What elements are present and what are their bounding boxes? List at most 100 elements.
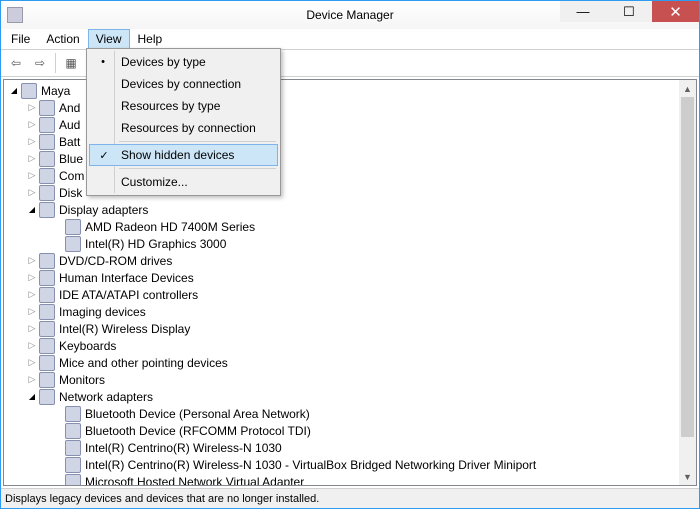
category-item[interactable]: Monitors: [4, 371, 696, 388]
vertical-scrollbar[interactable]: ▲ ▼: [679, 80, 696, 485]
menu-item-show-hidden-devices[interactable]: ✓ Show hidden devices: [89, 144, 278, 166]
check-icon: ✓: [96, 149, 112, 162]
device-item[interactable]: Intel(R) Centrino(R) Wireless-N 1030: [4, 439, 696, 456]
item-label: Human Interface Devices: [59, 271, 194, 285]
device-icon: [39, 185, 55, 201]
back-button[interactable]: ⇦: [5, 52, 27, 74]
device-item[interactable]: Intel(R) HD Graphics 3000: [4, 235, 696, 252]
view-menu-dropdown: • Devices by type Devices by connection Res…: [86, 48, 281, 196]
expand-icon[interactable]: [26, 357, 38, 369]
menu-item-resources-by-type[interactable]: Resources by type: [89, 95, 278, 117]
item-label: Intel(R) Centrino(R) Wireless-N 1030 - V…: [85, 458, 536, 472]
expand-icon[interactable]: [26, 187, 38, 199]
scroll-thumb[interactable]: [681, 97, 694, 437]
item-label: Bluetooth Device (Personal Area Network): [85, 407, 310, 421]
item-label: AMD Radeon HD 7400M Series: [85, 220, 255, 234]
menu-item-label: Devices by type: [121, 55, 206, 69]
device-icon: [39, 389, 55, 405]
maximize-button[interactable]: ☐: [606, 1, 652, 22]
device-icon: [39, 355, 55, 371]
item-label: Bluetooth Device (RFCOMM Protocol TDI): [85, 424, 311, 438]
item-label: Batt: [59, 135, 80, 149]
menu-view[interactable]: View: [88, 29, 130, 49]
item-label: Network adapters: [59, 390, 153, 404]
device-item[interactable]: Intel(R) Centrino(R) Wireless-N 1030 - V…: [4, 456, 696, 473]
device-icon: [39, 321, 55, 337]
expand-icon[interactable]: [26, 272, 38, 284]
status-text: Displays legacy devices and devices that…: [5, 493, 319, 505]
device-icon: [39, 270, 55, 286]
category-item[interactable]: Display adapters: [4, 201, 696, 218]
device-item[interactable]: Bluetooth Device (Personal Area Network): [4, 405, 696, 422]
toolbar-separator: [55, 53, 56, 73]
titlebar: Device Manager — ☐ ✕: [1, 1, 699, 29]
menu-item-devices-by-type[interactable]: • Devices by type: [89, 51, 278, 73]
device-item[interactable]: AMD Radeon HD 7400M Series: [4, 218, 696, 235]
menu-file[interactable]: File: [3, 29, 38, 49]
device-icon: [65, 474, 81, 486]
menu-item-resources-by-connection[interactable]: Resources by connection: [89, 117, 278, 139]
item-label: Com: [59, 169, 84, 183]
category-item[interactable]: DVD/CD-ROM drives: [4, 252, 696, 269]
bullet-icon: •: [95, 56, 111, 68]
item-label: Blue: [59, 152, 83, 166]
device-icon: [39, 338, 55, 354]
close-button[interactable]: ✕: [652, 1, 699, 22]
expand-icon[interactable]: [26, 255, 38, 267]
menu-item-label: Devices by connection: [121, 77, 241, 91]
expand-icon[interactable]: [26, 170, 38, 182]
expand-icon[interactable]: [26, 136, 38, 148]
details-icon: ▦: [65, 56, 76, 70]
item-label: Aud: [59, 118, 80, 132]
device-item[interactable]: Bluetooth Device (RFCOMM Protocol TDI): [4, 422, 696, 439]
expand-icon[interactable]: [26, 153, 38, 165]
category-item[interactable]: IDE ATA/ATAPI controllers: [4, 286, 696, 303]
item-label: And: [59, 101, 80, 115]
item-label: Microsoft Hosted Network Virtual Adapter: [85, 475, 304, 486]
minimize-button[interactable]: —: [560, 1, 606, 22]
back-arrow-icon: ⇦: [11, 56, 21, 70]
device-icon: [39, 304, 55, 320]
menu-action[interactable]: Action: [38, 29, 87, 49]
item-label: Monitors: [59, 373, 105, 387]
category-item[interactable]: Intel(R) Wireless Display: [4, 320, 696, 337]
expand-icon[interactable]: [26, 374, 38, 386]
menu-separator: [119, 141, 276, 142]
tree-root-label: Maya: [41, 84, 70, 98]
item-label: IDE ATA/ATAPI controllers: [59, 288, 198, 302]
collapse-icon[interactable]: [26, 391, 38, 403]
expand-icon[interactable]: [26, 119, 38, 131]
expand-icon[interactable]: [26, 340, 38, 352]
device-icon: [39, 253, 55, 269]
details-button[interactable]: ▦: [60, 52, 82, 74]
menu-item-devices-by-connection[interactable]: Devices by connection: [89, 73, 278, 95]
expand-icon[interactable]: [26, 306, 38, 318]
device-item[interactable]: Microsoft Hosted Network Virtual Adapter: [4, 473, 696, 485]
device-icon: [39, 117, 55, 133]
expand-icon[interactable]: [26, 323, 38, 335]
expand-icon[interactable]: [26, 102, 38, 114]
device-icon: [39, 151, 55, 167]
device-icon: [65, 406, 81, 422]
category-item[interactable]: Imaging devices: [4, 303, 696, 320]
device-icon: [39, 287, 55, 303]
device-icon: [39, 202, 55, 218]
collapse-icon[interactable]: [26, 204, 38, 216]
expand-icon[interactable]: [26, 289, 38, 301]
menu-help[interactable]: Help: [130, 29, 171, 49]
category-item[interactable]: Network adapters: [4, 388, 696, 405]
device-icon: [39, 372, 55, 388]
scroll-up-icon[interactable]: ▲: [679, 80, 696, 97]
menu-item-label: Resources by connection: [121, 121, 256, 135]
menu-item-label: Show hidden devices: [121, 148, 234, 162]
category-item[interactable]: Mice and other pointing devices: [4, 354, 696, 371]
menu-item-customize[interactable]: Customize...: [89, 171, 278, 193]
item-label: Imaging devices: [59, 305, 146, 319]
category-item[interactable]: Keyboards: [4, 337, 696, 354]
item-label: Intel(R) HD Graphics 3000: [85, 237, 226, 251]
forward-button[interactable]: ⇨: [29, 52, 51, 74]
category-item[interactable]: Human Interface Devices: [4, 269, 696, 286]
scroll-down-icon[interactable]: ▼: [679, 468, 696, 485]
expand-icon[interactable]: [8, 85, 20, 97]
device-icon: [39, 100, 55, 116]
